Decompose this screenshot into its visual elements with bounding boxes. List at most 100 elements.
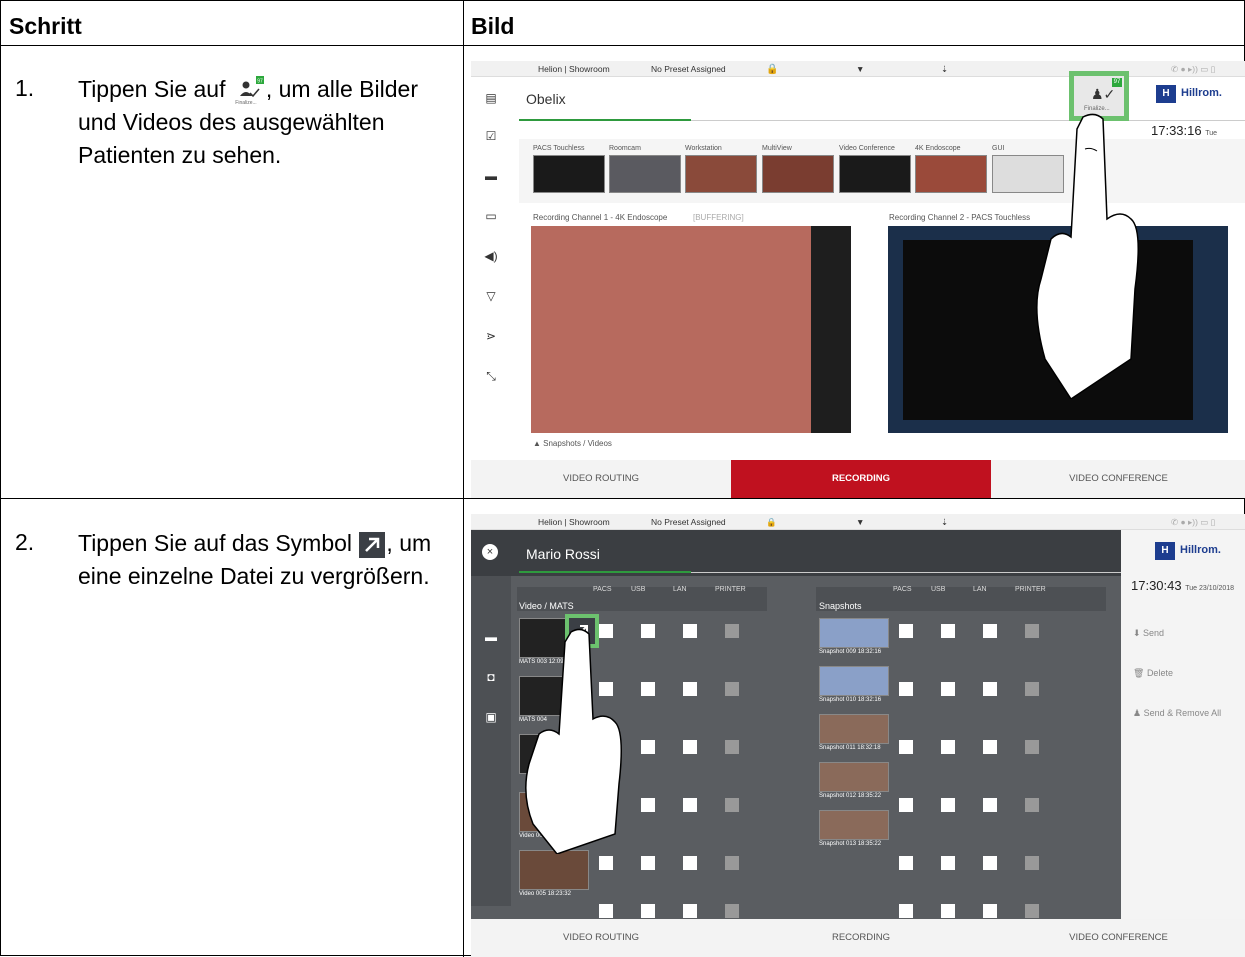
expand-screen-icon[interactable]: ⤡ <box>483 369 499 383</box>
destination-checkbox[interactable] <box>941 740 955 754</box>
destination-checkbox[interactable] <box>983 798 997 812</box>
destination-checkbox[interactable] <box>683 740 697 754</box>
row-divider <box>1 498 1245 499</box>
display-icon[interactable]: ▭ <box>483 209 499 223</box>
chevron-down-icon[interactable]: ▼ <box>856 517 864 527</box>
destination-checkbox[interactable] <box>983 624 997 638</box>
destination-checkbox[interactable] <box>1025 740 1039 754</box>
step-text: Tippen Sie auf 97 Finalize... , um alle … <box>78 75 418 168</box>
destination-checkbox[interactable] <box>941 798 955 812</box>
destination-checkbox[interactable] <box>983 740 997 754</box>
user-transfer-icon[interactable]: ⇣ <box>941 64 948 75</box>
destination-checkbox[interactable] <box>599 856 613 870</box>
destination-checkbox[interactable] <box>725 856 739 870</box>
destination-checkbox[interactable] <box>683 624 697 638</box>
audio-icon[interactable]: ◀) <box>483 249 499 263</box>
source-thumbnail[interactable] <box>609 155 681 193</box>
source-thumbnail[interactable] <box>533 155 605 193</box>
camera-icon[interactable]: ◘ <box>483 670 499 684</box>
user-transfer-icon[interactable]: ⇣ <box>941 517 948 528</box>
destination-checkbox[interactable] <box>941 856 955 870</box>
lock-icon[interactable]: 🔒 <box>766 517 777 528</box>
checklist-icon[interactable]: ☑ <box>483 129 499 143</box>
destination-checkbox[interactable] <box>899 798 913 812</box>
destination-checkbox[interactable] <box>725 798 739 812</box>
destination-checkbox[interactable] <box>641 856 655 870</box>
destination-checkbox[interactable] <box>899 624 913 638</box>
snapshot-thumbnail[interactable] <box>819 714 889 744</box>
snapshot-thumbnail[interactable] <box>819 762 889 792</box>
snapshot-thumbnail[interactable] <box>819 618 889 648</box>
source-thumbnail[interactable] <box>915 155 987 193</box>
destination-checkbox[interactable] <box>899 904 913 918</box>
chevron-down-icon[interactable]: ▼ <box>856 64 864 74</box>
snapshots-toggle[interactable]: ▲ Snapshots / Videos <box>533 439 612 448</box>
destination-checkbox[interactable] <box>983 682 997 696</box>
delete-button[interactable]: 🗑 Delete <box>1133 668 1173 679</box>
destination-checkbox[interactable] <box>683 856 697 870</box>
patient-card-icon[interactable]: ▤ <box>483 91 499 105</box>
hillrom-logo: H Hillrom. <box>1156 83 1241 107</box>
table-icon[interactable]: ⋗ <box>483 329 499 343</box>
destination-checkbox[interactable] <box>899 856 913 870</box>
destination-checkbox[interactable] <box>683 682 697 696</box>
light-icon[interactable]: ▽ <box>483 289 499 303</box>
close-icon[interactable]: × <box>482 544 498 560</box>
destination-checkbox[interactable] <box>899 682 913 696</box>
send-button[interactable]: ⬇ Send <box>1133 628 1164 639</box>
pointing-hand-illustration <box>1036 113 1139 399</box>
snapshot-thumbnail[interactable] <box>819 810 889 840</box>
destination-checkbox[interactable] <box>1025 856 1039 870</box>
media-icon[interactable]: ▬ <box>483 630 499 644</box>
destination-checkbox[interactable] <box>983 856 997 870</box>
destination-checkbox[interactable] <box>725 682 739 696</box>
destination-checkbox[interactable] <box>983 904 997 918</box>
clock: 17:30:43 Tue 23/10/2018 <box>1131 578 1235 593</box>
tab-video-conference[interactable]: VIDEO CONFERENCE <box>991 919 1245 957</box>
tab-video-routing[interactable]: VIDEO ROUTING <box>471 460 731 498</box>
step-text: Tippen Sie auf das Symbol , um eine einz… <box>78 530 432 589</box>
destination-checkbox[interactable] <box>683 798 697 812</box>
source-thumbnail[interactable] <box>839 155 911 193</box>
destination-checkbox[interactable] <box>899 740 913 754</box>
snapshot-thumbnail[interactable] <box>819 666 889 696</box>
screenshot-media-archive: Helion | Showroom No Preset Assigned 🔒 ▼… <box>471 514 1245 957</box>
tab-video-conference[interactable]: VIDEO CONFERENCE <box>991 460 1245 498</box>
destination-checkbox[interactable] <box>1025 682 1039 696</box>
destination-checkbox[interactable] <box>1025 798 1039 812</box>
destination-checkbox[interactable] <box>725 904 739 918</box>
destination-checkbox[interactable] <box>641 740 655 754</box>
destination-checkbox[interactable] <box>1025 624 1039 638</box>
recording-channel-1-video[interactable] <box>531 226 851 433</box>
destination-checkbox[interactable] <box>725 740 739 754</box>
svg-text:97: 97 <box>257 78 263 84</box>
tab-video-routing[interactable]: VIDEO ROUTING <box>471 919 731 957</box>
destination-checkbox[interactable] <box>683 904 697 918</box>
tab-recording[interactable]: RECORDING <box>731 460 991 498</box>
destination-checkbox[interactable] <box>941 904 955 918</box>
destination-checkbox[interactable] <box>1025 904 1039 918</box>
destination-checkbox[interactable] <box>641 682 655 696</box>
media-icon[interactable]: ▬ <box>483 169 499 183</box>
video-icon[interactable]: ▣ <box>483 710 499 724</box>
send-remove-all-button[interactable]: ♟ Send & Remove All <box>1133 708 1221 719</box>
destination-checkbox[interactable] <box>641 904 655 918</box>
destination-checkbox[interactable] <box>641 624 655 638</box>
step-number: 1. <box>15 75 35 101</box>
tab-recording[interactable]: RECORDING <box>731 919 991 957</box>
status-bar: Helion | Showroom No Preset Assigned 🔒 ▼… <box>471 514 1245 530</box>
bottom-tabs: VIDEO ROUTING RECORDING VIDEO CONFERENCE <box>471 919 1245 957</box>
destination-checkbox[interactable] <box>941 682 955 696</box>
source-thumbnail[interactable] <box>762 155 834 193</box>
destination-checkbox[interactable] <box>599 904 613 918</box>
actions-panel: H Hillrom. 17:30:43 Tue 23/10/2018 ⬇ Send… <box>1121 530 1245 957</box>
status-icons: ✆ ● ▸)) ▭ ▯ <box>1171 517 1216 527</box>
lock-icon[interactable]: 🔒 <box>766 64 778 75</box>
pointing-hand-illustration <box>525 628 622 854</box>
destination-checkbox[interactable] <box>641 798 655 812</box>
destination-checkbox[interactable] <box>941 624 955 638</box>
patient-name: Obelix <box>526 91 566 107</box>
destination-checkbox[interactable] <box>725 624 739 638</box>
media-thumbnail[interactable] <box>519 850 589 890</box>
source-thumbnail[interactable] <box>685 155 757 193</box>
